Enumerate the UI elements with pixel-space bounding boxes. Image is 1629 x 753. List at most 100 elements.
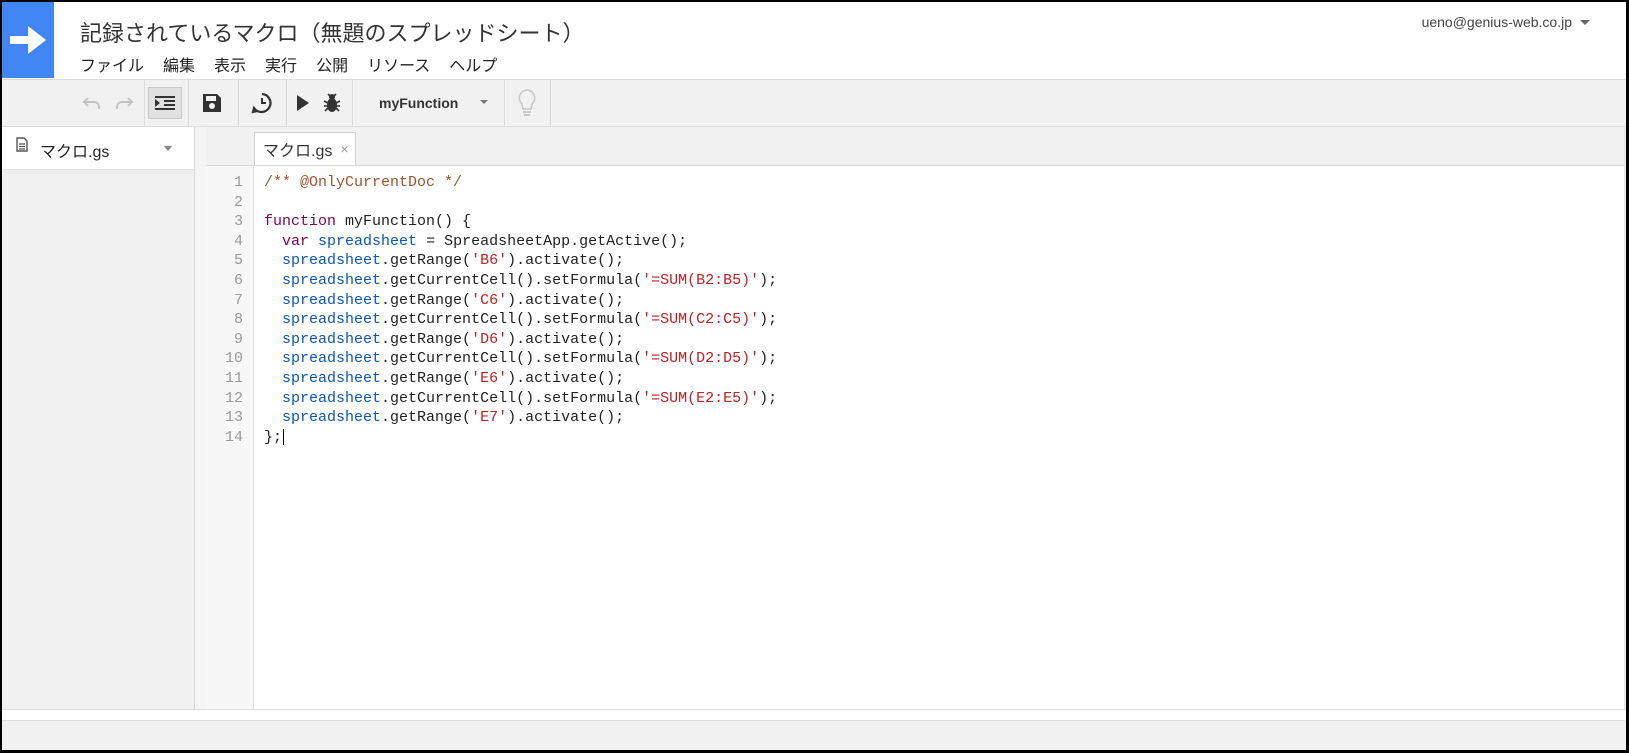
line-number: 2 <box>233 193 243 211</box>
chevron-down-icon <box>1580 19 1590 25</box>
menu-help[interactable]: ヘルプ <box>449 52 497 76</box>
code-token: .getRange( <box>381 409 472 427</box>
arrow-right-icon <box>10 26 46 54</box>
code-token: spreadsheet <box>318 232 418 250</box>
code-token: '=SUM(D2:D5)' <box>642 350 760 368</box>
toolbar-divider <box>238 80 239 126</box>
file-item[interactable]: マクロ.gs <box>2 127 194 170</box>
trigger-clock-icon <box>251 92 272 114</box>
code-token: function <box>264 213 337 231</box>
toolbar-divider <box>504 80 505 126</box>
code-line[interactable]: spreadsheet.getRange('B6').activate(); <box>264 252 624 269</box>
code-token: .getRange( <box>381 370 472 387</box>
code-token: ).activate(); <box>507 409 625 427</box>
code-line[interactable]: /** @OnlyCurrentDoc */ <box>264 174 462 191</box>
tab-label: マクロ.gs <box>263 143 333 160</box>
code-token: spreadsheet <box>282 252 382 270</box>
status-bar <box>2 720 1626 750</box>
code-token: .getRange( <box>381 291 472 309</box>
save-button[interactable] <box>192 80 232 126</box>
code-line[interactable]: spreadsheet.getRange('C6').activate(); <box>264 292 624 309</box>
code-line[interactable]: spreadsheet.getCurrentCell().setFormula(… <box>264 311 777 328</box>
code-token: }; <box>264 428 283 446</box>
menu-run[interactable]: 実行 <box>265 52 297 76</box>
code-token: '=SUM(E2:E5)' <box>642 389 760 407</box>
code-token: spreadsheet <box>282 272 382 289</box>
toolbar-divider <box>144 80 145 126</box>
code-line[interactable]: spreadsheet.getCurrentCell().setFormula(… <box>264 272 777 289</box>
run-icon <box>297 95 309 111</box>
code-line[interactable]: function myFunction() { <box>264 213 471 230</box>
code-token: .getCurrentCell().setFormula( <box>381 311 643 329</box>
horizontal-scrollbar[interactable] <box>2 709 1626 720</box>
project-title[interactable]: 記録されているマクロ（無題のスプレッドシート） <box>80 16 584 48</box>
debug-icon <box>323 93 341 112</box>
line-number: 7 <box>233 291 243 309</box>
line-number: 13 <box>224 409 243 427</box>
code-token: 'E6' <box>471 370 508 387</box>
code-token: 'B6' <box>471 252 508 270</box>
auto-indent-button[interactable] <box>148 87 182 119</box>
menu-edit[interactable]: 編集 <box>163 52 195 76</box>
code-token: ).activate(); <box>507 291 625 309</box>
indent-icon <box>155 96 175 110</box>
code-token: spreadsheet <box>282 330 382 348</box>
account-switcher[interactable]: ueno@genius-web.co.jp <box>1422 14 1590 30</box>
debug-button[interactable] <box>318 80 346 126</box>
close-icon[interactable]: × <box>340 141 348 157</box>
execution-hints-button[interactable] <box>508 80 546 126</box>
code-token: = SpreadsheetApp.getActive(); <box>417 232 688 250</box>
account-email: ueno@genius-web.co.jp <box>1421 14 1572 30</box>
document-icon <box>16 137 28 152</box>
function-select[interactable]: myFunction <box>379 80 488 126</box>
editor-tab-bar: マクロ.gs × <box>206 127 1626 166</box>
code-token: ); <box>759 389 778 407</box>
code-token: spreadsheet <box>282 311 382 329</box>
menu-view[interactable]: 表示 <box>214 52 246 76</box>
menu-resources[interactable]: リソース <box>367 52 430 76</box>
code-token: ); <box>759 272 778 289</box>
triggers-button[interactable] <box>242 80 282 126</box>
script-editor-window: 記録されているマクロ（無題のスプレッドシート） ファイル 編集 表示 実行 公開… <box>2 2 1626 750</box>
menu-publish[interactable]: 公開 <box>316 52 348 76</box>
code-line[interactable]: }; <box>264 428 285 446</box>
code-line[interactable]: spreadsheet.getRange('D6').activate(); <box>264 331 624 348</box>
code-token: ).activate(); <box>507 252 625 270</box>
file-menu-chevron-icon[interactable] <box>164 146 172 151</box>
code-editor[interactable]: /** @OnlyCurrentDoc */ function myFunctio… <box>254 166 1626 709</box>
line-number: 1 <box>233 174 243 191</box>
code-token: 'D6' <box>471 330 508 348</box>
save-icon <box>203 94 221 112</box>
tab-macro-gs[interactable]: マクロ.gs × <box>254 132 356 165</box>
code-token: ).activate(); <box>507 330 625 348</box>
code-token: /** @OnlyCurrentDoc */ <box>264 174 463 191</box>
code-token: .getCurrentCell().setFormula( <box>381 272 643 289</box>
code-token: myFunction() { <box>336 213 472 231</box>
run-button[interactable] <box>290 80 316 126</box>
code-token: ).activate(); <box>507 370 625 387</box>
code-line[interactable]: spreadsheet.getCurrentCell().setFormula(… <box>264 350 777 367</box>
line-number: 9 <box>233 330 243 348</box>
code-line[interactable]: var spreadsheet = SpreadsheetApp.getActi… <box>264 233 687 250</box>
line-number: 6 <box>233 272 243 289</box>
lightbulb-icon <box>518 89 536 116</box>
menu-file[interactable]: ファイル <box>80 52 144 76</box>
code-token: '=SUM(B2:B5)' <box>642 272 760 289</box>
undo-button[interactable] <box>78 80 106 126</box>
apps-script-logo[interactable] <box>2 2 54 78</box>
line-number: 11 <box>224 370 243 387</box>
code-line[interactable]: spreadsheet.getRange('E6').activate(); <box>264 370 624 387</box>
code-line[interactable]: spreadsheet.getRange('E7').activate(); <box>264 409 624 426</box>
redo-button[interactable] <box>110 80 138 126</box>
code-line[interactable]: spreadsheet.getCurrentCell().setFormula(… <box>264 390 777 407</box>
code-token: ); <box>759 311 778 329</box>
vertical-scrollbar[interactable] <box>1624 127 1626 709</box>
